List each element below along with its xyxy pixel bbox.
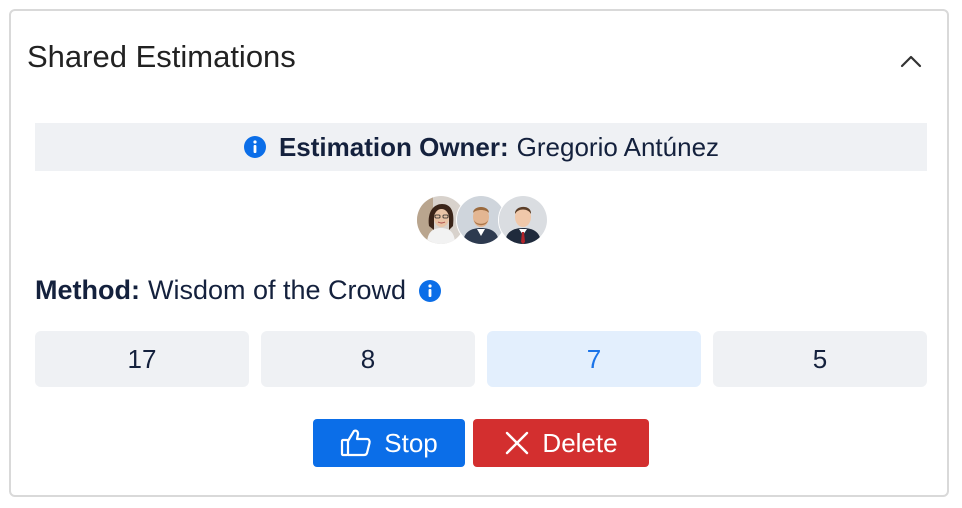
method-label: Method: bbox=[35, 275, 140, 305]
estimation-option[interactable]: 5 bbox=[713, 331, 927, 387]
card-header: Shared Estimations bbox=[11, 11, 947, 107]
stop-label: Stop bbox=[384, 427, 438, 458]
method-value: Wisdom of the Crowd bbox=[147, 275, 407, 305]
shared-estimations-card: Shared Estimations Estimation Owner: Gre… bbox=[9, 9, 949, 497]
owner-name: Gregorio Antúnez bbox=[516, 131, 720, 162]
thumbs-up-icon bbox=[340, 428, 372, 458]
card-title: Shared Estimations bbox=[27, 39, 296, 74]
delete-button[interactable]: Delete bbox=[473, 419, 649, 467]
estimation-option[interactable]: 8 bbox=[261, 331, 475, 387]
action-buttons: Stop Delete bbox=[313, 419, 649, 467]
estimation-option-selected[interactable]: 7 bbox=[487, 331, 701, 387]
stop-button[interactable]: Stop bbox=[313, 419, 465, 467]
info-icon bbox=[243, 135, 267, 159]
chevron-up-icon bbox=[900, 55, 922, 68]
owner-label: Estimation Owner: bbox=[278, 131, 509, 162]
estimation-options: 17 8 7 5 bbox=[35, 331, 927, 387]
avatar[interactable] bbox=[498, 195, 548, 245]
collapse-button[interactable] bbox=[891, 41, 931, 81]
estimation-option[interactable]: 17 bbox=[35, 331, 249, 387]
estimation-owner-bar: Estimation Owner: Gregorio Antúnez bbox=[35, 123, 927, 171]
delete-label: Delete bbox=[542, 427, 618, 458]
close-icon bbox=[504, 430, 530, 456]
method-row: Method: Wisdom of the Crowd bbox=[35, 275, 442, 306]
participant-avatars bbox=[416, 195, 548, 245]
info-icon[interactable] bbox=[418, 279, 442, 303]
